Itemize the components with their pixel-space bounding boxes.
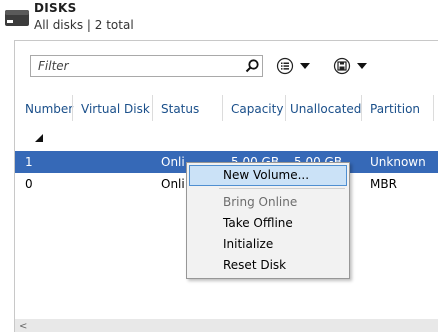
- table-header: Number Virtual Disk Status Capacity Unal…: [15, 95, 438, 121]
- column-header-number[interactable]: Number: [25, 102, 73, 116]
- disks-title: DISKS: [34, 1, 77, 15]
- disks-count-subtitle: All disks | 2 total: [34, 18, 134, 32]
- cell-partition: MBR: [370, 177, 397, 191]
- filter-box[interactable]: [30, 55, 263, 77]
- menu-item-new-volume[interactable]: New Volume...: [189, 165, 347, 186]
- column-divider[interactable]: [72, 95, 73, 121]
- menu-item-label: Initialize: [223, 237, 274, 251]
- column-header-virtual-disk[interactable]: Virtual Disk: [81, 102, 150, 116]
- menu-item-bring-online: Bring Online: [189, 192, 347, 213]
- filter-input[interactable]: [31, 56, 231, 76]
- group-collapse-icon[interactable]: [35, 134, 43, 142]
- cell-status: Onli: [161, 155, 185, 169]
- column-divider[interactable]: [433, 95, 434, 121]
- cell-status: Onli: [161, 177, 185, 191]
- column-divider[interactable]: [152, 95, 153, 121]
- chevron-down-icon: [300, 63, 310, 69]
- column-divider[interactable]: [361, 95, 362, 121]
- search-icon[interactable]: [244, 58, 260, 74]
- menu-separator: [219, 188, 345, 189]
- save-icon: [333, 57, 351, 75]
- column-header-unallocated[interactable]: Unallocated: [290, 102, 361, 116]
- menu-item-initialize[interactable]: Initialize: [189, 234, 347, 255]
- menu-item-label: Reset Disk: [223, 258, 287, 272]
- cell-number: 1: [25, 155, 33, 169]
- column-divider[interactable]: [222, 95, 223, 121]
- chevron-down-icon: [357, 63, 367, 69]
- list-icon: [276, 57, 294, 75]
- disk-drive-icon: [5, 10, 29, 26]
- column-header-partition[interactable]: Partition: [370, 102, 420, 116]
- menu-item-reset-disk[interactable]: Reset Disk: [189, 255, 347, 276]
- cell-number: 0: [25, 177, 33, 191]
- server-manager-disks-pane: DISKS All disks | 2 total Filter Number …: [0, 0, 438, 332]
- menu-item-label: Take Offline: [223, 216, 293, 230]
- column-header-status[interactable]: Status: [161, 102, 199, 116]
- menu-item-label: New Volume...: [223, 168, 310, 182]
- disks-header: DISKS All disks | 2 total: [0, 0, 438, 40]
- save-query-button[interactable]: [330, 55, 376, 77]
- menu-item-take-offline[interactable]: Take Offline: [189, 213, 347, 234]
- list-options-button[interactable]: [273, 55, 319, 77]
- cell-partition: Unknown: [370, 155, 426, 169]
- column-divider[interactable]: [285, 95, 286, 121]
- menu-item-label: Bring Online: [223, 195, 298, 209]
- scroll-left-arrow-icon[interactable]: <: [19, 321, 27, 332]
- horizontal-scrollbar[interactable]: <: [15, 319, 438, 332]
- context-menu: New Volume... Bring Online Take Offline …: [186, 162, 350, 279]
- column-header-capacity[interactable]: Capacity: [231, 102, 283, 116]
